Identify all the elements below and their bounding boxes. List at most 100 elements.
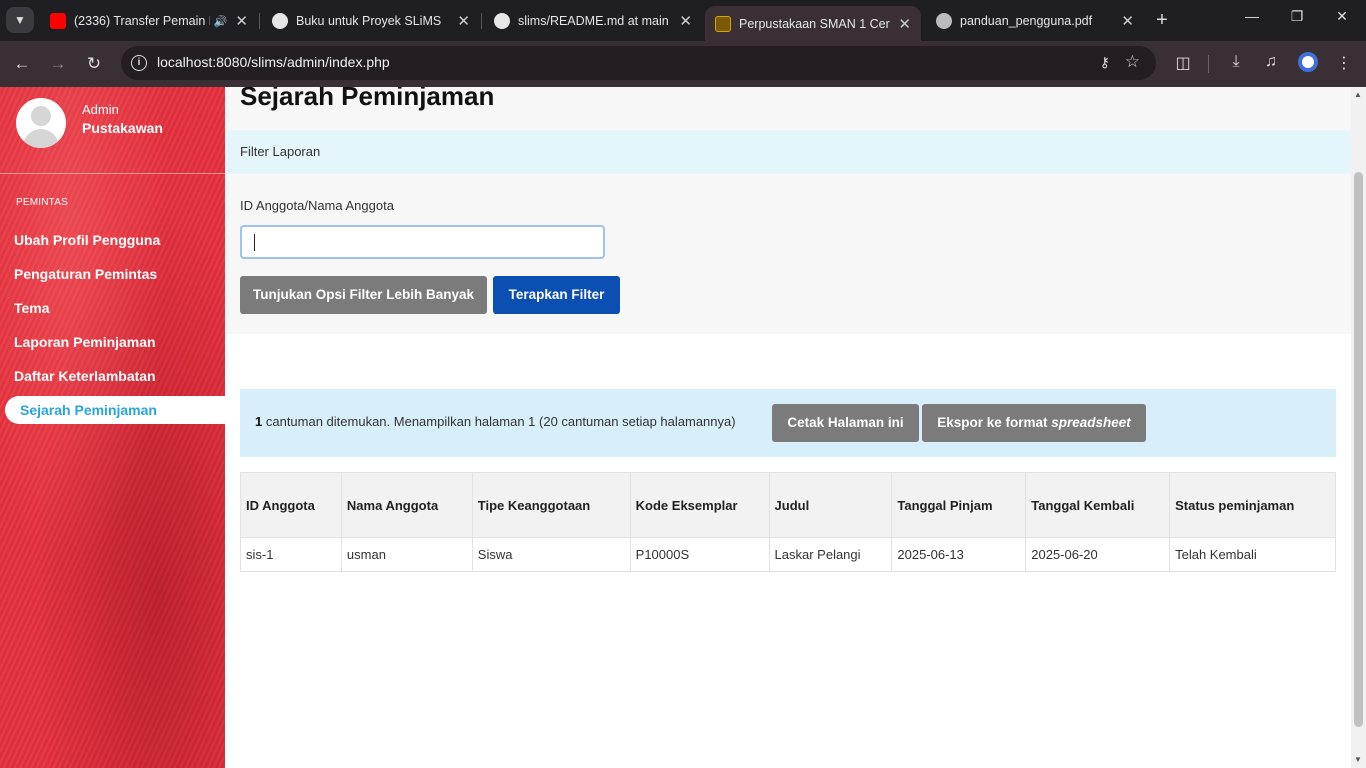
- browser-tab-chatgpt[interactable]: Buku untuk Proyek SLiMS ✕: [262, 6, 480, 36]
- user-name: Pustakawan: [82, 120, 163, 136]
- site-info-icon[interactable]: i: [131, 55, 147, 71]
- school-logo-icon: [715, 15, 731, 32]
- avatar: [16, 98, 66, 148]
- table-row: sis-1 usman Siswa P10000S Laskar Pelangi…: [240, 537, 1336, 572]
- filter-header: Filter Laporan: [225, 130, 1351, 174]
- globe-icon: [936, 13, 952, 29]
- result-info-box: 1 cantuman ditemukan. Menampilkan halama…: [240, 389, 1336, 457]
- member-search-input[interactable]: [240, 225, 605, 259]
- close-window-icon[interactable]: ✕: [1327, 8, 1357, 25]
- media-control-icon[interactable]: ♫: [1260, 53, 1282, 71]
- close-icon[interactable]: ✕: [898, 15, 911, 33]
- user-role: Admin: [82, 102, 119, 117]
- browser-tab-pdf[interactable]: panduan_pengguna.pdf ✕: [926, 6, 1144, 36]
- table-cell: sis-1: [240, 537, 342, 572]
- scrollbar-thumb[interactable]: [1354, 172, 1363, 727]
- table-cell: usman: [340, 537, 473, 572]
- table-cell: 2025-06-13: [891, 537, 1027, 572]
- column-header[interactable]: Judul: [768, 472, 893, 538]
- column-header[interactable]: Nama Anggota: [340, 472, 473, 538]
- url-text[interactable]: localhost:8080/slims/admin/index.php: [157, 54, 390, 70]
- browser-tab-youtube[interactable]: (2336) Transfer Pemain L 🔊 ✕: [40, 6, 258, 36]
- tab-separator: [481, 13, 482, 29]
- tab-title: panduan_pengguna.pdf: [960, 14, 1093, 28]
- apply-filter-button[interactable]: Terapkan Filter: [493, 276, 620, 314]
- maximize-icon[interactable]: ❐: [1282, 8, 1312, 25]
- tab-title: (2336) Transfer Pemain L: [74, 14, 210, 28]
- export-button-label: Ekspor ke format: [937, 415, 1048, 430]
- sidebar-item-sejarah-peminjaman[interactable]: Sejarah Peminjaman: [5, 396, 225, 424]
- table-header-row: ID Anggota Nama Anggota Tipe Keanggotaan…: [240, 472, 1336, 538]
- sidebar-item-pengaturan-pemintas[interactable]: Pengaturan Pemintas: [14, 260, 157, 288]
- close-icon[interactable]: ✕: [457, 12, 470, 30]
- member-field-label: ID Anggota/Nama Anggota: [240, 198, 394, 213]
- tab-separator: [259, 13, 260, 29]
- speaker-icon[interactable]: 🔊: [214, 15, 228, 28]
- bookmark-star-icon[interactable]: ☆: [1125, 52, 1140, 72]
- print-page-button[interactable]: Cetak Halaman ini: [772, 404, 919, 442]
- avatar-head: [31, 106, 51, 126]
- tab-title: Buku untuk Proyek SLiMS: [296, 14, 442, 28]
- sidebar-item-daftar-keterlambatan[interactable]: Daftar Keterlambatan: [14, 362, 156, 390]
- column-header[interactable]: ID Anggota: [240, 472, 342, 538]
- web-page: Admin Pustakawan PEMINTAS Ubah Profil Pe…: [0, 87, 1366, 768]
- close-icon[interactable]: ✕: [235, 12, 248, 30]
- main-content: Sejarah Peminjaman Filter Laporan ID Ang…: [225, 87, 1351, 768]
- profile-avatar-icon[interactable]: [1298, 52, 1318, 72]
- browser-tab-github[interactable]: slims/README.md at main · ✕: [484, 6, 702, 36]
- sidebar-item-tema[interactable]: Tema: [14, 294, 50, 322]
- chevron-down-icon: ▼: [14, 13, 26, 27]
- table-cell: Telah Kembali: [1169, 537, 1336, 572]
- sidebar-item-laporan-peminjaman[interactable]: Laporan Peminjaman: [14, 328, 156, 356]
- table-cell: P10000S: [629, 537, 770, 572]
- minimize-icon[interactable]: —: [1237, 8, 1267, 24]
- page-header: Sejarah Peminjaman: [225, 87, 1351, 130]
- avatar-body: [23, 129, 59, 148]
- column-header[interactable]: Kode Eksemplar: [629, 472, 770, 538]
- table-cell: 2025-06-20: [1025, 537, 1171, 572]
- toolbar-separator: [1208, 55, 1209, 73]
- tab-search-button[interactable]: ▼: [6, 7, 34, 33]
- page-scrollbar[interactable]: ▲ ▼: [1351, 87, 1366, 768]
- forward-icon[interactable]: →: [46, 52, 70, 76]
- browser-tab-perpustakaan[interactable]: Perpustakaan SMAN 1 Cerda ✕: [705, 6, 921, 41]
- result-description: cantuman ditemukan. Menampilkan halaman …: [265, 414, 736, 429]
- password-key-icon[interactable]: ⚷: [1100, 54, 1110, 71]
- export-spreadsheet-button[interactable]: Ekspor ke format spreadsheet: [922, 404, 1146, 442]
- menu-kebab-icon[interactable]: ⋮: [1333, 53, 1355, 73]
- sidebar: Admin Pustakawan PEMINTAS Ubah Profil Pe…: [0, 87, 225, 768]
- result-summary: 1 cantuman ditemukan. Menampilkan halama…: [255, 414, 736, 429]
- github-icon: [494, 13, 510, 29]
- new-tab-button[interactable]: +: [1150, 8, 1174, 32]
- address-bar[interactable]: i localhost:8080/slims/admin/index.php ⚷…: [121, 46, 1156, 80]
- filter-title: Filter Laporan: [240, 144, 321, 159]
- browser-toolbar: ← → ↻ i localhost:8080/slims/admin/index…: [0, 41, 1366, 87]
- loan-history-table: ID Anggota Nama Anggota Tipe Keanggotaan…: [240, 472, 1336, 572]
- sidebar-item-ubah-profil[interactable]: Ubah Profil Pengguna: [14, 226, 160, 254]
- browser-tab-bar: ▼ (2336) Transfer Pemain L 🔊 ✕ Buku untu…: [0, 0, 1366, 41]
- export-button-format: spreadsheet: [1051, 415, 1131, 430]
- column-header[interactable]: Status peminjaman: [1169, 472, 1336, 538]
- scroll-down-icon[interactable]: ▼: [1354, 755, 1362, 764]
- tab-title: slims/README.md at main ·: [518, 14, 672, 28]
- column-header[interactable]: Tipe Keanggotaan: [471, 472, 631, 538]
- back-icon[interactable]: ←: [10, 52, 34, 76]
- reload-icon[interactable]: ↻: [82, 52, 106, 76]
- filter-form: ID Anggota/Nama Anggota Tunjukan Opsi Fi…: [225, 174, 1351, 334]
- column-header[interactable]: Tanggal Pinjam: [891, 472, 1027, 538]
- scroll-up-icon[interactable]: ▲: [1354, 90, 1362, 99]
- text-caret: [254, 234, 255, 251]
- close-icon[interactable]: ✕: [679, 12, 692, 30]
- more-filter-options-button[interactable]: Tunjukan Opsi Filter Lebih Banyak: [240, 276, 487, 314]
- result-count: 1: [255, 414, 263, 429]
- table-cell: Siswa: [471, 537, 631, 572]
- column-header[interactable]: Tanggal Kembali: [1025, 472, 1171, 538]
- openai-icon: [272, 13, 288, 29]
- sidebar-divider: [0, 173, 225, 174]
- close-icon[interactable]: ✕: [1121, 12, 1134, 30]
- extensions-icon[interactable]: ◫: [1172, 53, 1194, 73]
- youtube-icon: [50, 13, 66, 29]
- download-icon[interactable]: ⤓: [1225, 53, 1247, 71]
- tab-title: Perpustakaan SMAN 1 Cerda: [739, 16, 891, 31]
- page-title: Sejarah Peminjaman: [240, 87, 495, 111]
